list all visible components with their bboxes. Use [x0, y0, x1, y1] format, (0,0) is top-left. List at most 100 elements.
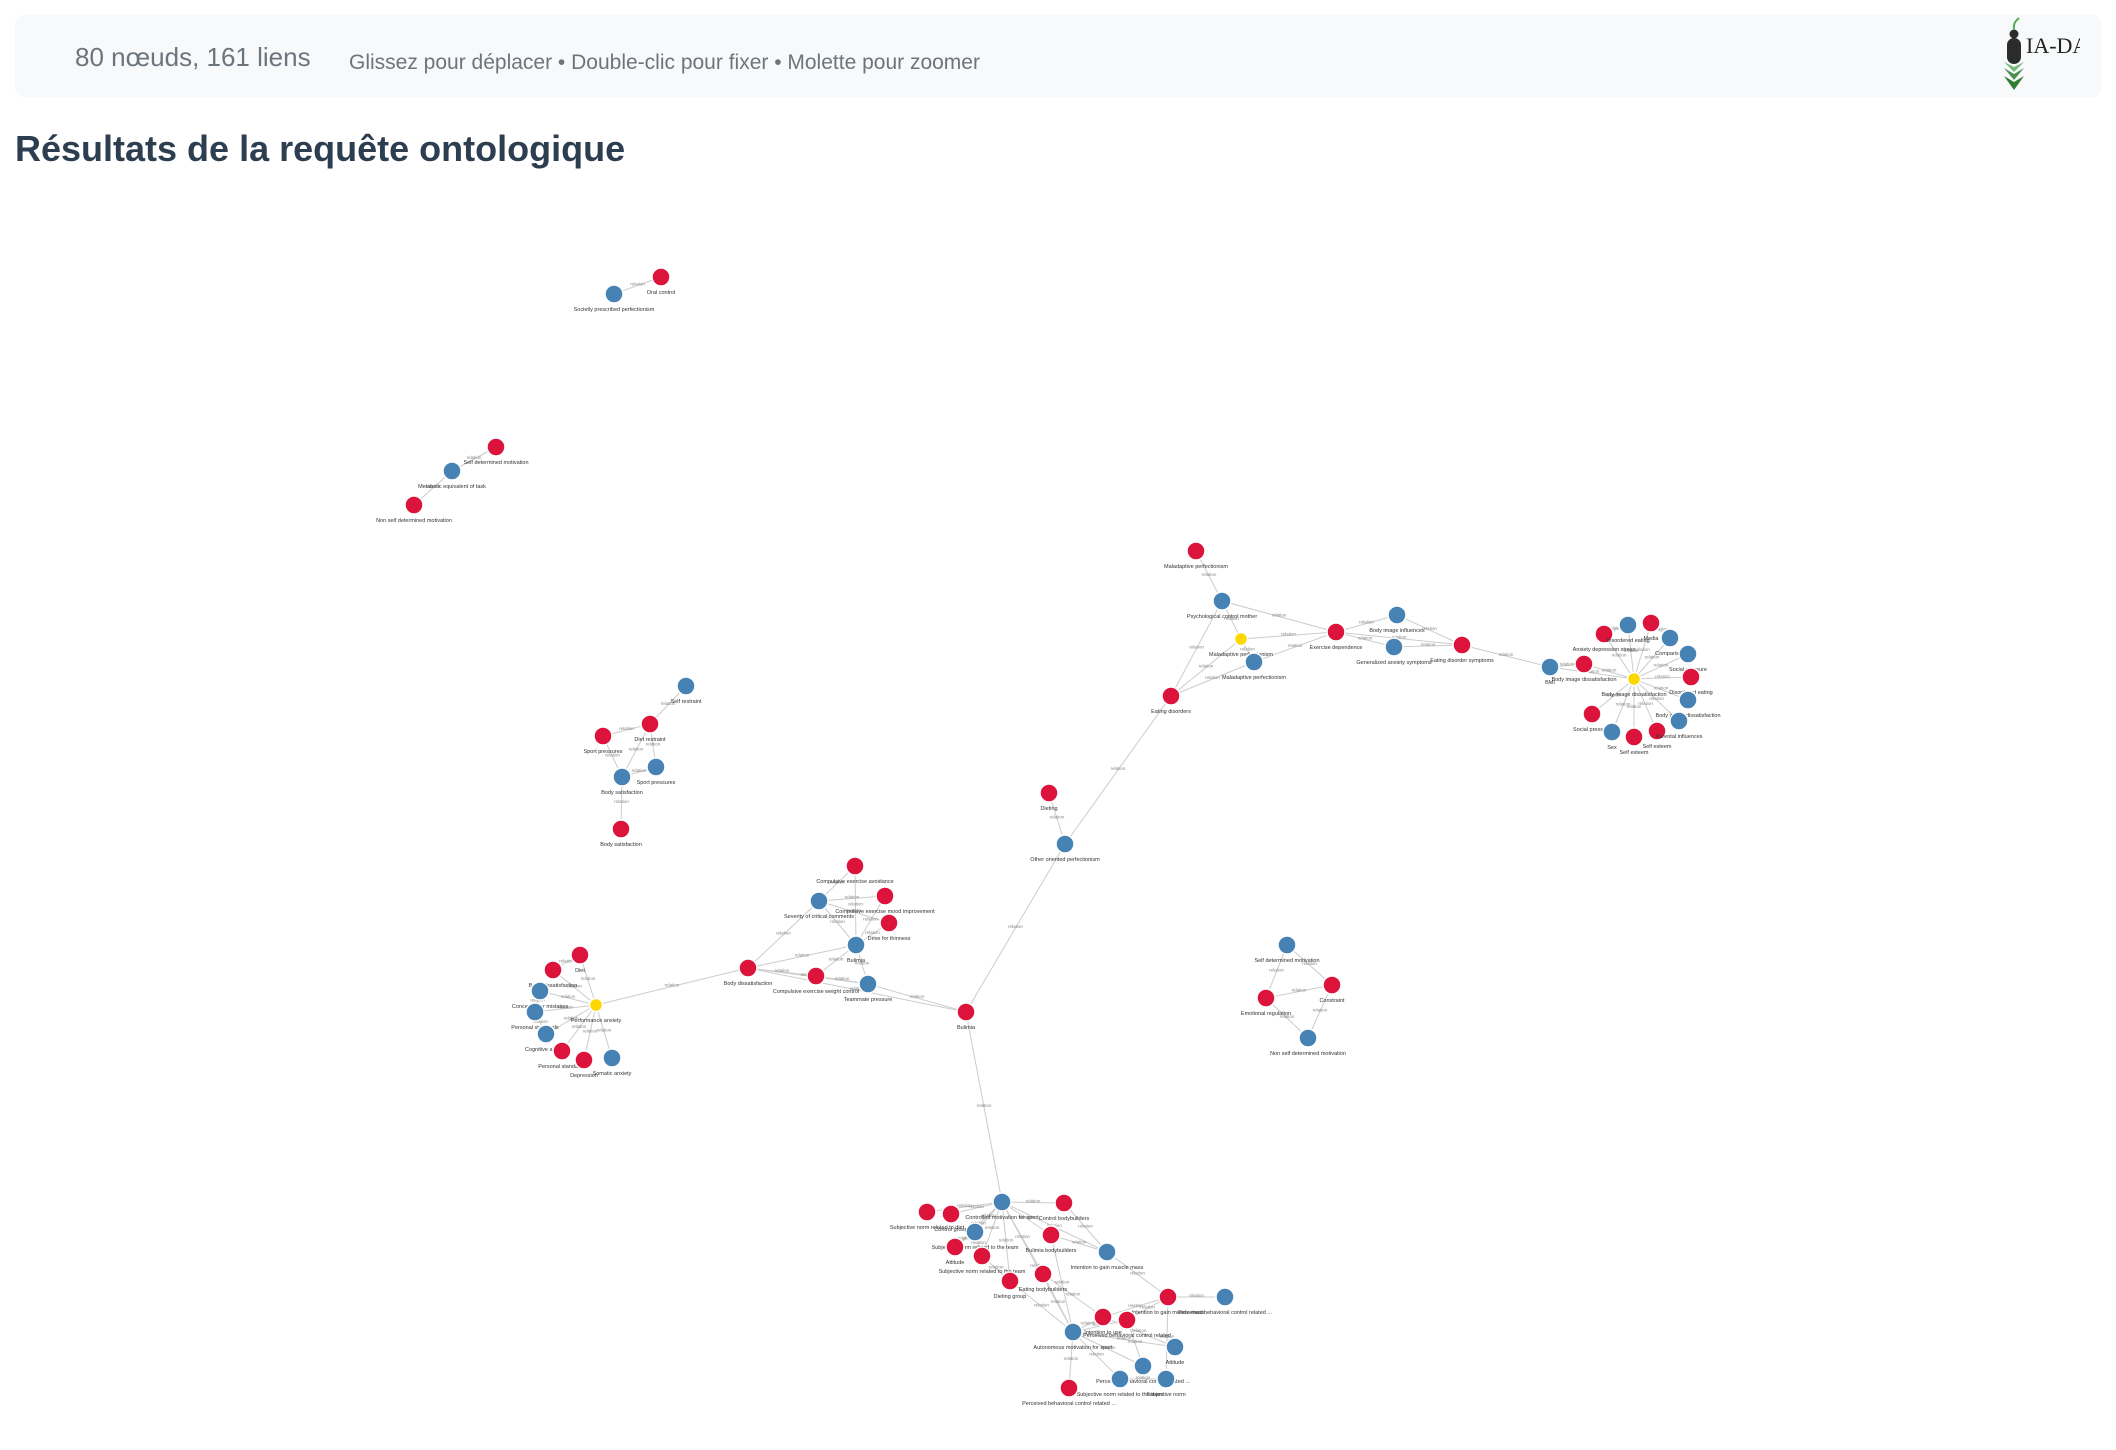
- node-circle[interactable]: [1133, 1356, 1153, 1376]
- graph-node[interactable]: Attitude: [945, 1237, 965, 1266]
- graph-node[interactable]: Body satisfaction: [600, 819, 642, 848]
- node-circle[interactable]: [1244, 652, 1264, 672]
- graph-node[interactable]: Compulsive exercise avoidance: [816, 856, 894, 885]
- graph-node[interactable]: Maladaptive perfectionism: [1164, 541, 1228, 570]
- node-circle[interactable]: [1156, 1369, 1176, 1389]
- graph-node[interactable]: Psychological control mother: [1187, 591, 1257, 620]
- node-circle[interactable]: [1678, 644, 1698, 664]
- node-circle[interactable]: [1256, 988, 1276, 1008]
- node-circle[interactable]: [1097, 1242, 1117, 1262]
- node-circle[interactable]: [1387, 605, 1407, 625]
- graph-node[interactable]: Dieting group: [994, 1271, 1027, 1300]
- node-circle[interactable]: [404, 495, 424, 515]
- graph-node[interactable]: Emotional regulation: [1241, 988, 1291, 1017]
- node-circle[interactable]: [1033, 1264, 1053, 1284]
- node-circle[interactable]: [1678, 690, 1698, 710]
- graph-node[interactable]: Performance anxiety: [571, 997, 622, 1025]
- node-circle[interactable]: [1215, 1287, 1235, 1307]
- node-circle[interactable]: [1669, 711, 1689, 731]
- graph-node[interactable]: Bulimia: [956, 1002, 976, 1031]
- graph-node[interactable]: Diet restraint: [634, 714, 666, 743]
- graph-node[interactable]: Dieting: [1039, 783, 1059, 812]
- node-circle[interactable]: [1212, 591, 1232, 611]
- node-circle[interactable]: [1681, 667, 1701, 687]
- graph-node[interactable]: Societly prescribed perfectionism: [574, 284, 655, 313]
- graph-node[interactable]: Non self determined motivation: [376, 495, 452, 524]
- node-circle[interactable]: [646, 757, 666, 777]
- node-circle[interactable]: [1326, 622, 1346, 642]
- node-circle[interactable]: [1624, 727, 1644, 747]
- node-circle[interactable]: [602, 1048, 622, 1068]
- node-circle[interactable]: [640, 714, 660, 734]
- graph-node[interactable]: Self esteem: [1619, 727, 1649, 756]
- node-circle[interactable]: [1540, 657, 1560, 677]
- node-circle[interactable]: [651, 267, 671, 287]
- node-circle[interactable]: [570, 945, 590, 965]
- node-circle[interactable]: [574, 1050, 594, 1070]
- graph-node[interactable]: Intention to gain muscle mass: [1071, 1242, 1144, 1271]
- nodes-layer[interactable]: Societly prescribed perfectionism Oral co…: [376, 267, 1721, 1407]
- node-circle[interactable]: [846, 935, 866, 955]
- node-circle[interactable]: [1452, 635, 1472, 655]
- node-circle[interactable]: [945, 1237, 965, 1257]
- ontology-graph[interactable]: relation relation relation relation relation…: [0, 0, 2116, 1450]
- graph-node[interactable]: Metabolic equivalent of task: [418, 461, 486, 490]
- node-circle[interactable]: [1110, 1369, 1130, 1389]
- node-circle[interactable]: [1186, 541, 1206, 561]
- node-circle[interactable]: [1093, 1307, 1113, 1327]
- graph-node[interactable]: Eating disorder symptoms: [1430, 635, 1494, 664]
- graph-node[interactable]: Non self determined motivation: [1270, 1028, 1346, 1057]
- node-circle[interactable]: [1574, 654, 1594, 674]
- graph-node[interactable]: Media: [1641, 613, 1661, 642]
- graph-node[interactable]: Control bodybuilders: [1039, 1193, 1090, 1222]
- node-circle[interactable]: [442, 461, 462, 481]
- node-circle[interactable]: [1063, 1322, 1083, 1342]
- node-circle[interactable]: [676, 676, 696, 696]
- node-circle[interactable]: [956, 1002, 976, 1022]
- graph-node[interactable]: Control group: [934, 1204, 968, 1233]
- node-circle[interactable]: [1039, 783, 1059, 803]
- graph-node[interactable]: Body dissatisfaction: [724, 958, 773, 987]
- node-circle[interactable]: [992, 1192, 1012, 1212]
- node-circle[interactable]: [543, 960, 563, 980]
- node-circle[interactable]: [525, 1002, 545, 1022]
- node-circle[interactable]: [858, 974, 878, 994]
- node-circle[interactable]: [965, 1222, 985, 1242]
- node-circle[interactable]: [1158, 1287, 1178, 1307]
- node-circle[interactable]: [1384, 637, 1404, 657]
- graph-node[interactable]: Somatic anxiety: [593, 1048, 632, 1077]
- node-circle[interactable]: [593, 726, 613, 746]
- node-circle[interactable]: [1641, 613, 1661, 633]
- node-circle[interactable]: [611, 819, 631, 839]
- graph-node[interactable]: Self determined motivation: [1254, 935, 1320, 964]
- node-circle[interactable]: [552, 1041, 572, 1061]
- graph-node[interactable]: Attitude: [1165, 1337, 1185, 1366]
- node-circle[interactable]: [530, 981, 550, 1001]
- node-circle[interactable]: [1165, 1337, 1185, 1357]
- node-circle[interactable]: [1298, 1028, 1318, 1048]
- node-circle[interactable]: [972, 1246, 992, 1266]
- node-circle[interactable]: [941, 1204, 961, 1224]
- node-circle[interactable]: [1660, 628, 1680, 648]
- node-circle[interactable]: [875, 886, 895, 906]
- node-circle[interactable]: [879, 913, 899, 933]
- graph-node[interactable]: Sport pressures: [584, 726, 623, 755]
- node-circle[interactable]: [1054, 1193, 1074, 1213]
- node-circle[interactable]: [588, 997, 604, 1013]
- node-circle[interactable]: [738, 958, 758, 978]
- node-circle[interactable]: [1161, 686, 1181, 706]
- node-circle[interactable]: [1000, 1271, 1020, 1291]
- graph-node[interactable]: Diet: [570, 945, 590, 974]
- graph-node[interactable]: Eating disorders: [1151, 686, 1191, 715]
- node-circle[interactable]: [604, 284, 624, 304]
- node-circle[interactable]: [809, 891, 829, 911]
- node-circle[interactable]: [917, 1202, 937, 1222]
- graph-node[interactable]: Sex: [1602, 722, 1622, 751]
- node-circle[interactable]: [1618, 615, 1638, 635]
- node-circle[interactable]: [486, 437, 506, 457]
- graph-node[interactable]: Oral control: [647, 267, 675, 296]
- node-circle[interactable]: [1626, 671, 1642, 687]
- node-circle[interactable]: [1233, 631, 1249, 647]
- graph-node[interactable]: Bulimia: [846, 935, 866, 964]
- graph-node[interactable]: Constraint: [1319, 975, 1345, 1004]
